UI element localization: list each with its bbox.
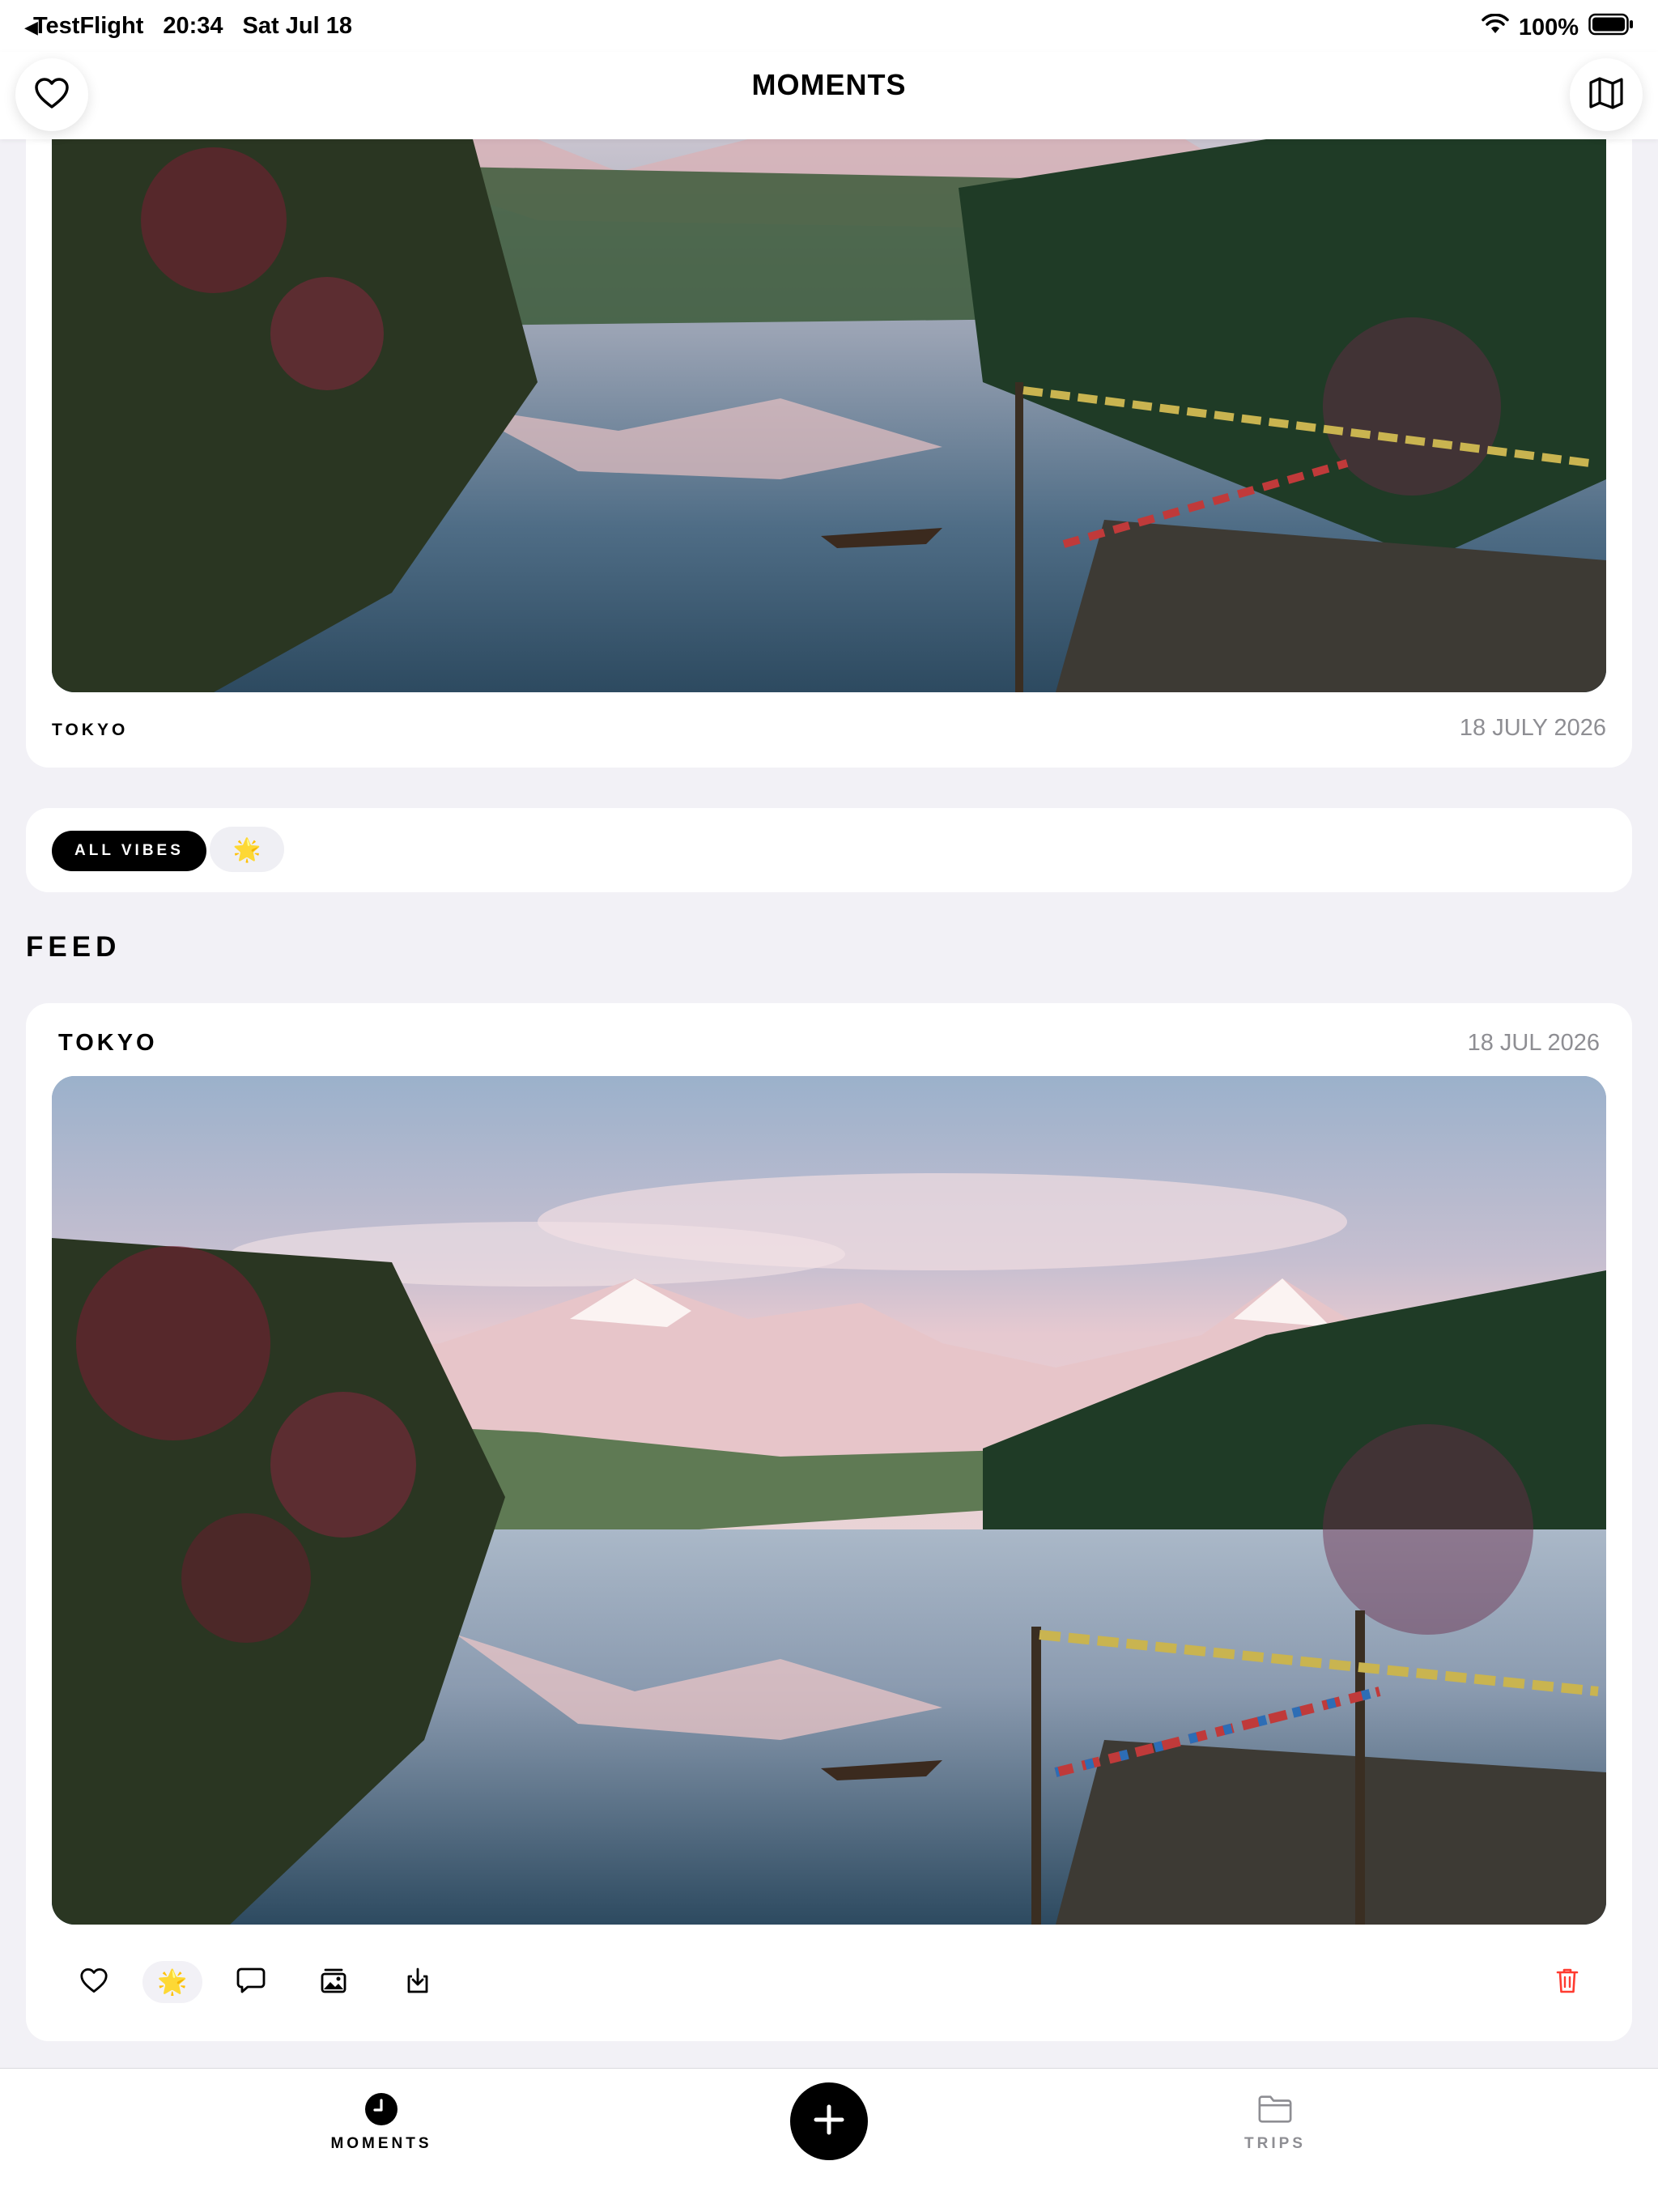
- back-app-label: TestFlight: [32, 13, 144, 39]
- clock-icon: [363, 2091, 399, 2127]
- download-icon: [405, 1967, 431, 1998]
- top-moment-date: 18 JULY 2026: [1459, 715, 1606, 741]
- filter-all-vibes[interactable]: ALL VIBES: [52, 831, 206, 871]
- gallery-button[interactable]: [309, 1958, 358, 2006]
- add-moment-button[interactable]: [790, 2082, 868, 2160]
- filter-star-vibe[interactable]: 🌟: [210, 827, 284, 872]
- comment-icon: [236, 1967, 266, 1998]
- tab-trips[interactable]: TRIPS: [1194, 2091, 1356, 2153]
- heart-icon: [79, 1967, 108, 1997]
- status-time: 20:34: [163, 13, 223, 39]
- feed-moment-photo[interactable]: [52, 1076, 1606, 1925]
- feed-moment-actions: 🌟: [52, 1958, 1606, 2006]
- tab-moments-label: MOMENTS: [330, 2135, 432, 2152]
- feed-section-title: FEED: [26, 931, 121, 963]
- trash-icon: [1555, 1967, 1579, 1998]
- feed-moment-date: 18 JUL 2026: [1467, 1030, 1600, 1056]
- tab-moments[interactable]: MOMENTS: [300, 2091, 462, 2153]
- nav-bar: MOMENTS: [0, 52, 1658, 139]
- vibe-badge[interactable]: 🌟: [142, 1961, 202, 2003]
- gallery-icon: [320, 1967, 347, 1998]
- map-button[interactable]: [1570, 58, 1643, 131]
- feed-moment-city: TOKYO: [58, 1030, 158, 1056]
- folder-icon: [1257, 2091, 1293, 2127]
- comment-button[interactable]: [227, 1958, 275, 2006]
- battery-percent: 100%: [1518, 14, 1579, 40]
- back-to-app-link[interactable]: ◀ TestFlight: [24, 13, 143, 40]
- status-bar: ◀ TestFlight 20:34 Sat Jul 18 100%: [0, 0, 1658, 52]
- download-button[interactable]: [393, 1958, 442, 2006]
- top-moment-photo[interactable]: [52, 139, 1606, 692]
- tab-trips-label: TRIPS: [1244, 2135, 1306, 2152]
- battery-icon: [1588, 13, 1634, 42]
- like-button[interactable]: [70, 1958, 118, 2006]
- plus-icon: [813, 2104, 845, 2140]
- map-icon: [1588, 76, 1624, 114]
- status-date: Sat Jul 18: [242, 13, 352, 39]
- page-title: MOMENTS: [751, 68, 907, 101]
- moments-screen: ◀ TestFlight 20:34 Sat Jul 18 100% MOMEN…: [0, 0, 1658, 2212]
- wifi-icon: [1482, 13, 1509, 41]
- delete-button[interactable]: [1543, 1958, 1592, 2006]
- top-moment-city: TOKYO: [52, 721, 129, 739]
